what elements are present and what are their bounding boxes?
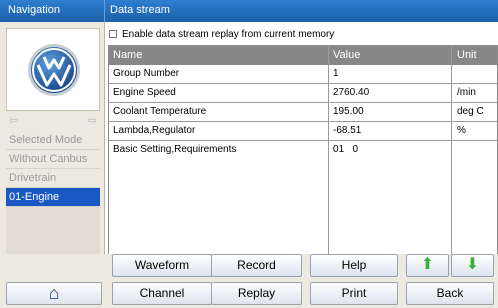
home-button[interactable]: ⌂	[6, 282, 102, 305]
row-unit: %	[457, 125, 466, 136]
row-name: Engine Speed	[113, 87, 176, 98]
vw-logo-icon	[28, 44, 80, 96]
print-button[interactable]: Print	[310, 282, 398, 305]
sidebar-scroll-arrows: ⇦ ⇨	[6, 114, 100, 128]
home-icon: ⌂	[48, 283, 60, 303]
data-stream-panel: Enable data stream replay from current m…	[105, 22, 498, 278]
replay-checkbox[interactable]	[109, 30, 117, 38]
data-stream-table: Name Value Unit Group Number 1 Engine Sp…	[108, 45, 498, 277]
title-divider	[104, 0, 105, 22]
navigation-title: Navigation	[8, 4, 60, 16]
help-button[interactable]: Help	[310, 254, 398, 277]
bottom-toolbar: Waveform Record Help ⬆ ⬇ ⌂ Channel Repla…	[0, 254, 498, 308]
replay-button[interactable]: Replay	[211, 282, 302, 305]
sidebar-item-drivetrain[interactable]: Drivetrain	[6, 169, 100, 188]
column-header-value: Value	[333, 49, 361, 61]
row-name: Group Number	[113, 68, 180, 79]
scroll-up-button[interactable]: ⬆	[406, 254, 449, 277]
table-row[interactable]: Engine Speed 2760.40 /min	[109, 84, 497, 103]
back-button[interactable]: Back	[406, 282, 494, 305]
row-name: Lambda,Regulator	[113, 125, 196, 136]
row-unit: /min	[457, 87, 476, 98]
waveform-button[interactable]: Waveform	[112, 254, 212, 277]
sidebar-item-without-canbus[interactable]: Without Canbus	[6, 150, 100, 169]
channel-button[interactable]: Channel	[112, 282, 212, 305]
record-button[interactable]: Record	[211, 254, 302, 277]
row-value: -68.51	[333, 125, 362, 136]
column-divider	[328, 46, 329, 276]
sidebar-list: Selected Mode Without Canbus Drivetrain …	[6, 131, 100, 207]
row-value: 2760.40	[333, 87, 370, 98]
sidebar-item-01-engine[interactable]: 01-Engine	[6, 188, 100, 207]
scroll-left-icon[interactable]: ⇦	[9, 114, 18, 127]
sidebar-item-selected-mode[interactable]: Selected Mode	[6, 131, 100, 150]
arrow-down-icon: ⬇	[465, 256, 480, 273]
table-header: Name Value Unit	[109, 46, 497, 65]
row-unit: deg C	[457, 106, 484, 117]
column-header-name: Name	[113, 49, 143, 61]
row-value: 195.00	[333, 106, 364, 117]
title-bar: Navigation Data stream	[0, 0, 498, 22]
row-value: 01 0	[333, 144, 359, 155]
table-row[interactable]: Lambda,Regulator -68.51 %	[109, 122, 497, 141]
table-row[interactable]: Basic Setting,Requirements 01 0	[109, 141, 497, 160]
brand-logo	[6, 28, 100, 111]
table-row[interactable]: Group Number 1	[109, 65, 497, 84]
table-row[interactable]: Coolant Temperature 195.00 deg C	[109, 103, 497, 122]
scroll-right-icon[interactable]: ⇨	[88, 114, 97, 127]
row-name: Basic Setting,Requirements	[113, 144, 237, 155]
replay-checkbox-label: Enable data stream replay from current m…	[122, 29, 335, 40]
column-header-unit: Unit	[457, 49, 477, 61]
column-divider	[451, 46, 452, 276]
row-value: 1	[333, 68, 339, 79]
replay-option[interactable]: Enable data stream replay from current m…	[109, 29, 334, 40]
data-stream-title: Data stream	[110, 4, 170, 16]
row-name: Coolant Temperature	[113, 106, 207, 117]
navigation-sidebar: ⇦ ⇨ Selected Mode Without Canbus Drivetr…	[0, 22, 105, 291]
arrow-up-icon: ⬆	[420, 256, 435, 273]
scroll-down-button[interactable]: ⬇	[451, 254, 494, 277]
